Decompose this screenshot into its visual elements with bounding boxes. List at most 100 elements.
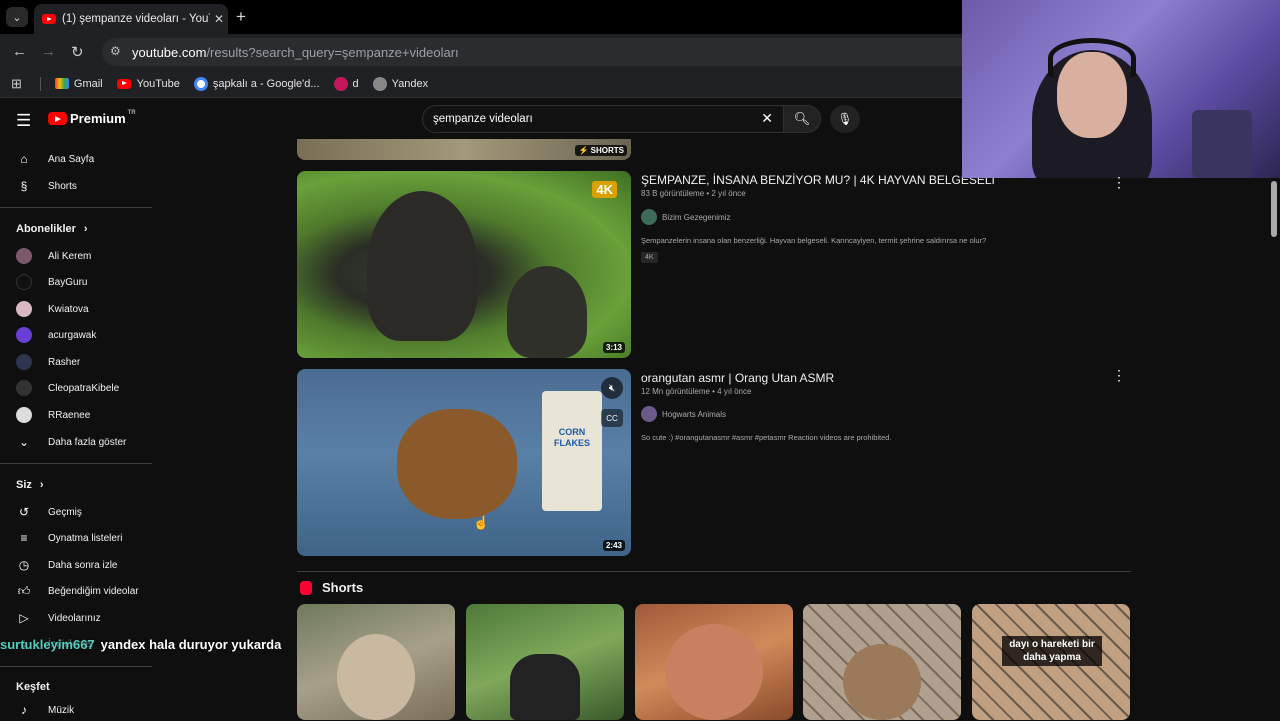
video-title[interactable]: orangutan asmr | Orang Utan ASMR xyxy=(641,371,834,385)
subscriptions-heading[interactable]: Abonelikler › xyxy=(16,223,88,235)
video-meta: 12 Mn görüntüleme • 4 yıl önce xyxy=(641,387,752,396)
sidebar-item-history[interactable]: ↺ Geçmiş xyxy=(16,501,152,523)
sidebar-item-shorts[interactable]: § Shorts xyxy=(16,175,152,197)
monkey-figure xyxy=(843,644,921,720)
search-button[interactable]: 🔍︎ xyxy=(783,105,821,133)
subscription-item[interactable]: CleopatraKibele xyxy=(16,377,152,399)
monkey-figure xyxy=(337,634,415,720)
plant xyxy=(1192,110,1252,178)
clear-search-icon[interactable]: ✕ xyxy=(761,110,773,127)
subscription-item[interactable]: Rasher xyxy=(16,351,152,373)
shorts-icon xyxy=(300,580,312,595)
avatar xyxy=(16,248,32,264)
new-tab-icon[interactable]: + xyxy=(236,7,246,27)
chevron-down-icon: ⌄ xyxy=(18,435,30,449)
back-icon[interactable]: ← xyxy=(12,43,27,60)
sidebar: ⌂ Ana Sayfa § Shorts Abonelikler › Ali Kere… xyxy=(0,139,152,720)
short-thumbnail[interactable]: dayı o hareketi bir daha yapma xyxy=(972,604,1130,720)
channel-link[interactable]: Hogwarts Animals xyxy=(641,406,726,422)
menu-icon[interactable]: ☰ xyxy=(16,111,31,131)
site-info-icon[interactable]: ⚙ xyxy=(110,44,121,58)
bookmark-google[interactable]: şapkalı a - Google'd... xyxy=(193,76,320,91)
home-icon: ⌂ xyxy=(20,152,28,166)
scrollbar-track[interactable] xyxy=(1268,178,1280,720)
history-icon: ↺ xyxy=(18,505,30,519)
more-options-icon[interactable]: ⋮ xyxy=(1112,174,1126,191)
tab-search-button[interactable]: ⌄ xyxy=(6,7,28,27)
shorts-badge: ⚡ SHORTS xyxy=(575,145,627,156)
mute-icon[interactable]: 🔇︎ xyxy=(601,377,623,399)
more-options-icon[interactable]: ⋮ xyxy=(1112,367,1126,384)
playlist-icon: ≡ xyxy=(20,531,28,545)
subscription-item[interactable]: BayGuru xyxy=(16,271,152,293)
avatar xyxy=(641,406,657,422)
video-title[interactable]: ŞEMPANZE, İNSANA BENZİYOR MU? | 4K HAYVA… xyxy=(641,173,995,187)
channel-link[interactable]: Bizim Gezegenimiz xyxy=(641,209,730,225)
chimp-figure xyxy=(367,191,477,341)
browser-tab[interactable]: (1) şempanze videoları - YouTube ✕ xyxy=(34,4,228,34)
stream-chat-overlay: surtukleyim667 yandex hala duruyor yukar… xyxy=(0,634,281,654)
gorilla-figure xyxy=(510,654,580,720)
youtube-favicon-icon xyxy=(42,14,56,24)
bookmark-d[interactable]: d xyxy=(333,76,359,91)
chat-message: yandex hala duruyor yukarda xyxy=(100,636,282,652)
google-icon xyxy=(193,76,208,91)
avatar xyxy=(16,354,32,370)
video-description: Şempanzelerin insana olan benzerliği. Ha… xyxy=(641,236,987,245)
reload-icon[interactable]: ↻ xyxy=(71,43,84,61)
webcam-overlay xyxy=(962,0,1280,178)
globe-icon xyxy=(372,76,387,91)
voice-search-button[interactable]: 🎙︎ xyxy=(830,105,860,133)
4k-logo: 4K xyxy=(592,181,617,198)
bookmark-youtube[interactable]: YouTube xyxy=(116,78,180,90)
youtube-logo-icon xyxy=(48,112,67,125)
chimp-figure xyxy=(507,266,587,358)
video-thumbnail[interactable]: CORN FLAKES 🔇︎ CC 2:43 ☝ xyxy=(297,369,631,556)
headphones-icon xyxy=(1048,38,1136,78)
subscription-item[interactable]: Ali Kerem xyxy=(16,245,152,267)
youtube-premium-logo[interactable]: Premium TR xyxy=(48,110,136,126)
youtube-icon xyxy=(116,78,131,89)
sidebar-item-your-videos[interactable]: ▷ Videolarınız xyxy=(16,607,152,629)
gmail-icon xyxy=(54,78,69,89)
video-duration: 2:43 xyxy=(602,540,625,551)
shorts-icon: § xyxy=(20,179,28,193)
shorts-thumbnail[interactable]: ⚡ SHORTS xyxy=(297,139,631,160)
subscription-item[interactable]: RRaenee xyxy=(16,404,152,426)
forward-icon[interactable]: → xyxy=(41,43,56,60)
thumbs-up-icon: 👍︎ xyxy=(17,583,31,598)
avatar xyxy=(641,209,657,225)
bookmark-yandex[interactable]: Yandex xyxy=(372,76,428,91)
show-more-button[interactable]: ⌄ Daha fazla göster xyxy=(16,431,152,453)
scrollbar-thumb[interactable] xyxy=(1271,181,1277,237)
chevron-right-icon: › xyxy=(83,223,88,235)
short-thumbnail[interactable] xyxy=(635,604,793,720)
captions-icon[interactable]: CC xyxy=(601,409,623,427)
cereal-box: CORN FLAKES xyxy=(542,391,602,511)
video-duration: 3:13 xyxy=(602,342,625,353)
sidebar-item-liked[interactable]: 👍︎ Beğendiğim videolar xyxy=(16,580,152,602)
search-input[interactable]: şempanze videoları ✕ xyxy=(422,105,784,133)
sidebar-item-music[interactable]: ♪ Müzik xyxy=(16,699,152,721)
short-thumbnail[interactable] xyxy=(466,604,624,720)
apps-grid-icon[interactable]: ⊞ xyxy=(11,76,22,92)
sidebar-item-playlists[interactable]: ≡ Oynatma listeleri xyxy=(16,527,152,549)
video-thumbnail[interactable]: 4K 3:13 xyxy=(297,171,631,358)
short-thumbnail[interactable] xyxy=(803,604,961,720)
chevron-right-icon: › xyxy=(39,479,44,491)
search-icon: 🔍︎ xyxy=(793,111,811,126)
short-thumbnail[interactable] xyxy=(297,604,455,720)
video-description: So cute :) #orangutanasmr #asmr #petasmr… xyxy=(641,433,892,442)
you-heading[interactable]: Siz › xyxy=(16,479,44,491)
sidebar-item-home[interactable]: ⌂ Ana Sayfa xyxy=(16,148,152,170)
subscription-item[interactable]: acurgawak xyxy=(16,324,152,346)
tab-close-icon[interactable]: ✕ xyxy=(210,12,228,26)
subscription-item[interactable]: Kwiatova xyxy=(16,298,152,320)
avatar xyxy=(16,380,32,396)
explore-heading: Keşfet xyxy=(16,681,50,693)
avatar xyxy=(16,327,32,343)
music-note-icon: ♪ xyxy=(21,703,27,717)
short-caption: dayı o hareketi bir daha yapma xyxy=(1002,636,1102,666)
bookmark-gmail[interactable]: Gmail xyxy=(54,78,103,90)
sidebar-item-watch-later[interactable]: ◷ Daha sonra izle xyxy=(16,554,152,576)
